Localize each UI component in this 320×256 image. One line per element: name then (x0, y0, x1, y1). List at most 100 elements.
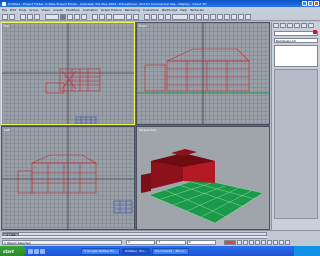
y-coordinate-field[interactable]: Y: (156, 240, 186, 245)
bind-space-warp-icon[interactable] (34, 13, 40, 20)
ground-tiles-top (75, 116, 97, 124)
close-button[interactable]: × (314, 1, 319, 6)
rectangular-selection-icon[interactable] (74, 13, 80, 20)
go-to-end-icon[interactable] (261, 240, 266, 245)
grass-tiles (148, 178, 264, 224)
layer-manager-icon[interactable] (203, 13, 209, 20)
hierarchy-tab-icon[interactable] (287, 23, 293, 28)
reference-coordinate-dropdown[interactable] (113, 13, 125, 20)
window-crossing-icon[interactable] (81, 13, 87, 20)
create-tab-icon[interactable] (273, 23, 279, 28)
menu-file[interactable]: File (2, 8, 7, 12)
menu-help[interactable]: Help (180, 8, 187, 12)
pan-icon[interactable] (273, 240, 278, 245)
menu-views[interactable]: Views (41, 8, 50, 12)
object-color-swatch[interactable] (313, 30, 317, 34)
curve-editor-icon[interactable] (210, 13, 216, 20)
modifier-stack[interactable] (274, 45, 318, 67)
window-title: Untitled - Project Folder: C:\Max Projec… (8, 1, 207, 6)
percent-snap-icon[interactable] (158, 13, 164, 20)
left-view-drawing (2, 127, 134, 229)
display-tab-icon[interactable] (301, 23, 307, 28)
viewport-area: Top Front Left Perspective (1, 22, 270, 230)
render-setup-icon[interactable] (231, 13, 237, 20)
taskbar-item-google-toolbar[interactable]: 3 Google Toolbar Ex... (81, 247, 120, 255)
menu-rendering[interactable]: Rendering (125, 8, 140, 12)
menu-create[interactable]: Create (53, 8, 63, 12)
menu-group[interactable]: Group (29, 8, 38, 12)
taskbar-item-3dsmax[interactable]: Untitled - Pro... (121, 247, 151, 255)
menu-customize[interactable]: Customize (143, 8, 159, 12)
bottom-controls: 0 / 100 1 Object Selected X: Y: Z: (0, 230, 320, 246)
menu-maxscript[interactable]: MAXScript (162, 8, 177, 12)
track-bar[interactable] (2, 236, 267, 239)
title-bar: Untitled - Project Folder: C:\Max Projec… (0, 0, 320, 7)
named-selection-sets-dropdown[interactable] (172, 13, 188, 20)
material-editor-icon[interactable] (224, 13, 230, 20)
z-coordinate-field[interactable]: Z: (186, 240, 216, 245)
select-object-icon[interactable] (60, 13, 66, 20)
orbit-icon[interactable] (279, 240, 284, 245)
restore-button[interactable]: □ (308, 1, 313, 6)
scale-icon[interactable] (106, 13, 112, 20)
parameters-rollout (274, 69, 318, 219)
maximize-viewport-icon[interactable] (285, 240, 290, 245)
quick-render-icon[interactable] (245, 13, 251, 20)
show-desktop-icon[interactable] (34, 248, 39, 254)
undo-icon[interactable] (2, 13, 8, 20)
front-view-drawing (137, 23, 269, 124)
x-coordinate-field[interactable]: X: (126, 240, 156, 245)
spinner-snap-icon[interactable] (165, 13, 171, 20)
previous-frame-icon[interactable] (243, 240, 248, 245)
auto-key-button[interactable] (224, 240, 236, 245)
menu-modifiers[interactable]: Modifiers (66, 8, 80, 12)
viewport-front[interactable]: Front (136, 22, 270, 125)
ground-tiles-left (113, 200, 133, 214)
status-line: 1 Object Selected (2, 240, 122, 245)
3dsmax-app-icon (2, 1, 6, 6)
modifier-list-field[interactable]: Rectangle 10 (274, 38, 318, 43)
ie-icon[interactable] (28, 248, 33, 254)
motion-tab-icon[interactable] (294, 23, 300, 28)
menu-animation[interactable]: Animation (83, 8, 98, 12)
menu-edit[interactable]: Edit (10, 8, 16, 12)
selection-filter-dropdown[interactable] (45, 13, 59, 20)
house-plan-top (45, 68, 101, 94)
media-player-icon[interactable] (40, 248, 45, 254)
modify-tab-icon[interactable] (280, 23, 286, 28)
coordinate-display: X: Y: Z: (126, 240, 216, 245)
move-icon[interactable] (92, 13, 98, 20)
minimize-button[interactable]: _ (302, 1, 307, 6)
start-button[interactable]: start (0, 246, 26, 256)
next-frame-icon[interactable] (255, 240, 260, 245)
utilities-tab-icon[interactable] (308, 23, 314, 28)
rotate-icon[interactable] (99, 13, 105, 20)
mirror-icon[interactable] (189, 13, 195, 20)
go-to-start-icon[interactable] (237, 240, 242, 245)
select-link-icon[interactable] (20, 13, 26, 20)
render-frame-icon[interactable] (238, 13, 244, 20)
viewport-top[interactable]: Top (1, 22, 135, 125)
menu-graph-editors[interactable]: Graph Editors (101, 8, 122, 12)
viewport-left[interactable]: Left (1, 126, 135, 230)
menu-tools[interactable]: Tools (19, 8, 26, 12)
app-window: Untitled - Project Folder: C:\Max Projec… (0, 0, 320, 256)
redo-icon[interactable] (9, 13, 15, 20)
zoom-icon[interactable] (267, 240, 272, 245)
viewport-perspective[interactable]: Perspective (136, 126, 270, 230)
angle-snap-icon[interactable] (151, 13, 157, 20)
menu-tentacles[interactable]: Tentacles (190, 8, 204, 12)
unlink-icon[interactable] (27, 13, 33, 20)
align-icon[interactable] (196, 13, 202, 20)
schematic-view-icon[interactable] (217, 13, 223, 20)
play-icon[interactable] (249, 240, 254, 245)
select-by-name-icon[interactable] (67, 13, 73, 20)
taskbar-item-word[interactable]: Document1 - Micro... (152, 247, 190, 255)
pivot-center-icon[interactable] (126, 13, 132, 20)
perspective-view-render (141, 149, 264, 224)
manipulate-icon[interactable] (133, 13, 139, 20)
object-name-field[interactable] (274, 31, 318, 36)
snaps-toggle-icon[interactable] (144, 13, 150, 20)
house-elevation-left (17, 154, 98, 194)
system-tray (294, 246, 320, 256)
